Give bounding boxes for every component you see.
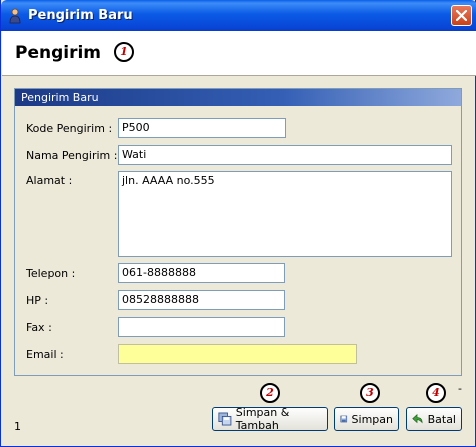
alamat-label: Alamat : <box>26 174 73 187</box>
alamat-textarea[interactable]: jln. AAAA no.555 <box>118 171 452 257</box>
nama-label: Nama Pengirim : <box>26 149 118 162</box>
telepon-input[interactable]: 061-8888888 <box>118 263 285 283</box>
close-button[interactable] <box>451 5 472 26</box>
kode-pengirim-input[interactable]: P500 <box>118 118 286 138</box>
callout-4: 4 <box>426 383 446 403</box>
page-title: Pengirim <box>15 43 102 63</box>
form-panel: Pengirim Baru Kode Pengirim : P500 Nama … <box>14 88 462 376</box>
simpan-label: Simpan <box>351 412 393 426</box>
person-icon <box>8 8 22 24</box>
email-input[interactable] <box>118 344 357 364</box>
batal-button[interactable]: Batal <box>406 407 462 431</box>
callout-1: 1 <box>114 42 134 62</box>
fax-label: Fax : <box>26 321 52 334</box>
callout-3: 3 <box>360 383 380 403</box>
hp-input[interactable]: 08528888888 <box>118 290 285 310</box>
title-bar[interactable]: Pengirim Baru <box>1 0 476 31</box>
save-icon <box>340 415 348 423</box>
nama-pengirim-input[interactable]: Wati <box>118 145 452 165</box>
dash-mark: - <box>458 382 462 395</box>
batal-label: Batal <box>427 412 456 426</box>
email-label: Email : <box>26 348 64 361</box>
window-title: Pengirim Baru <box>28 8 133 23</box>
simpan-button[interactable]: Simpan <box>334 407 399 431</box>
undo-arrow-icon <box>412 413 423 424</box>
close-icon <box>456 10 467 21</box>
kode-label: Kode Pengirim : <box>26 122 113 135</box>
dialog-window: Pengirim Baru Pengirim 1 Pengirim Baru K… <box>0 0 476 447</box>
simpan-tambah-button[interactable]: Simpan & Tambah <box>212 406 328 432</box>
fax-input[interactable] <box>118 317 285 337</box>
telepon-label: Telepon : <box>26 267 76 280</box>
page-number: 1 <box>14 420 21 433</box>
simpan-tambah-label: Simpan & Tambah <box>235 406 290 432</box>
header-area: Pengirim 1 <box>2 31 476 76</box>
panel-title: Pengirim Baru <box>15 89 461 106</box>
save-multiple-icon <box>218 412 232 426</box>
callout-2: 2 <box>260 383 280 403</box>
hp-label: HP : <box>26 294 49 307</box>
